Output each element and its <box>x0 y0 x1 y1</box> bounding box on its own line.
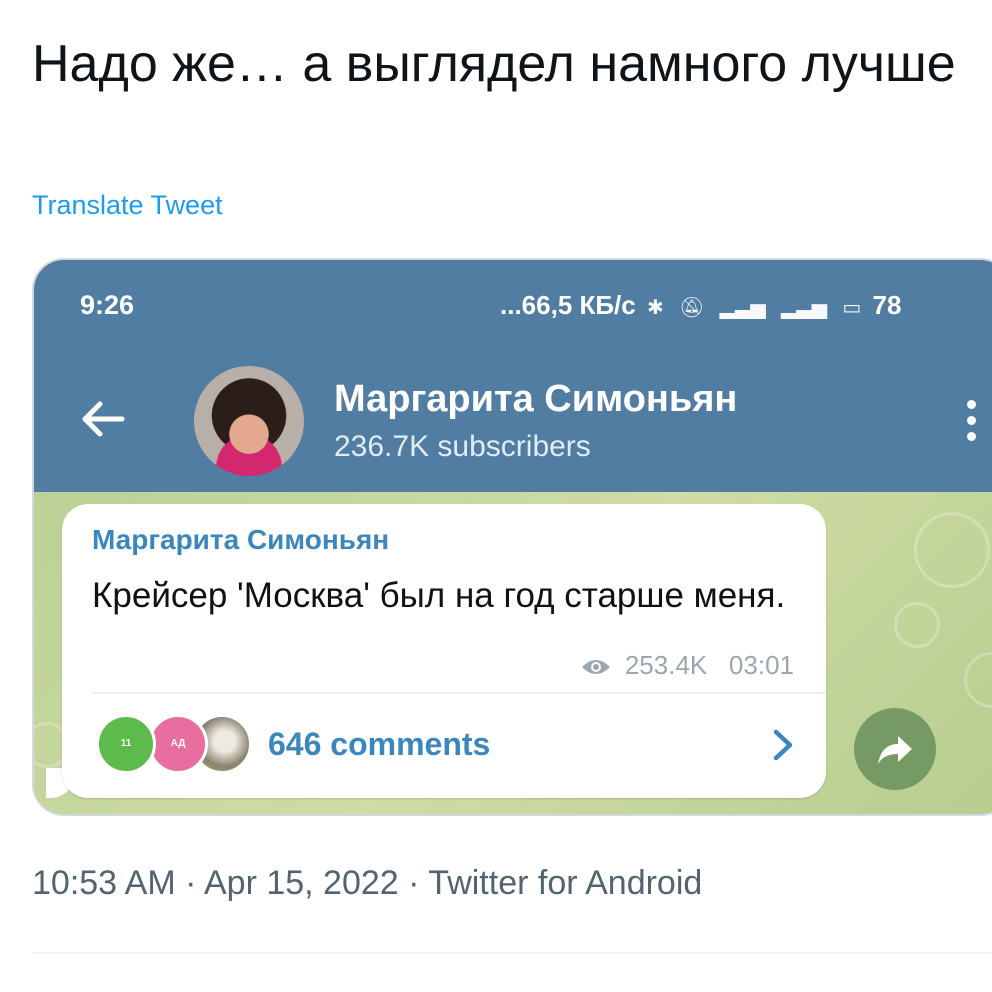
more-menu-icon[interactable] <box>964 400 978 450</box>
status-bar-time: 9:26 <box>80 290 135 320</box>
share-arrow-icon <box>878 736 912 764</box>
post-meta: 253.4K 03:01 <box>580 650 794 681</box>
battery-level: 78 <box>872 290 902 320</box>
signal-icon: ▂▃▅ <box>719 297 766 319</box>
channel-avatar[interactable] <box>194 366 304 476</box>
back-arrow-icon[interactable] <box>78 394 128 444</box>
signal-4g-icon: ▂▃▅ <box>781 297 828 319</box>
post-time: 03:01 <box>728 650 794 680</box>
share-button[interactable] <box>854 708 936 790</box>
chevron-right-icon[interactable] <box>770 728 796 762</box>
battery-icon: ▭ <box>842 297 862 319</box>
tweet-text: Надо же… а выглядел намного лучше <box>32 35 956 93</box>
post-author[interactable]: Маргарита Симоньян <box>92 524 389 556</box>
translate-tweet-link[interactable]: Translate Tweet <box>32 190 223 221</box>
commenter-avatar: 11 <box>96 714 156 774</box>
post-text: Крейсер 'Москва' был на год старше меня. <box>92 576 786 615</box>
bubble-divider <box>92 692 826 694</box>
tweet-divider <box>32 952 992 954</box>
message-bubble[interactable]: Маргарита Симоньян Крейсер 'Москва' был … <box>62 504 826 798</box>
view-count: 253.4K <box>624 650 708 680</box>
bluetooth-icon: ✱ <box>646 297 664 319</box>
network-speed: ...66,5 КБ/с <box>500 290 636 320</box>
tweet-media-image[interactable]: 9:26 ...66,5 КБ/с ✱ 🔕︎ ▂▃▅ ▂▃▅ ▭ 78 Марг… <box>32 258 992 816</box>
channel-subscribers: 236.7K subscribers <box>334 430 591 463</box>
tweet-timestamp: 10:53 AM · Apr 15, 2022 · Twitter for An… <box>32 864 703 902</box>
status-bar-indicators: ...66,5 КБ/с ✱ 🔕︎ ▂▃▅ ▂▃▅ ▭ 78 <box>500 290 901 321</box>
comments-link[interactable]: 646 comments <box>268 726 490 763</box>
channel-name[interactable]: Маргарита Симоньян <box>334 378 737 421</box>
commenter-avatar: АД <box>148 714 208 774</box>
mute-bell-icon: 🔕︎ <box>678 297 705 319</box>
eye-icon <box>581 660 610 674</box>
telegram-header: 9:26 ...66,5 КБ/с ✱ 🔕︎ ▂▃▅ ▂▃▅ ▭ 78 Марг… <box>34 260 992 492</box>
